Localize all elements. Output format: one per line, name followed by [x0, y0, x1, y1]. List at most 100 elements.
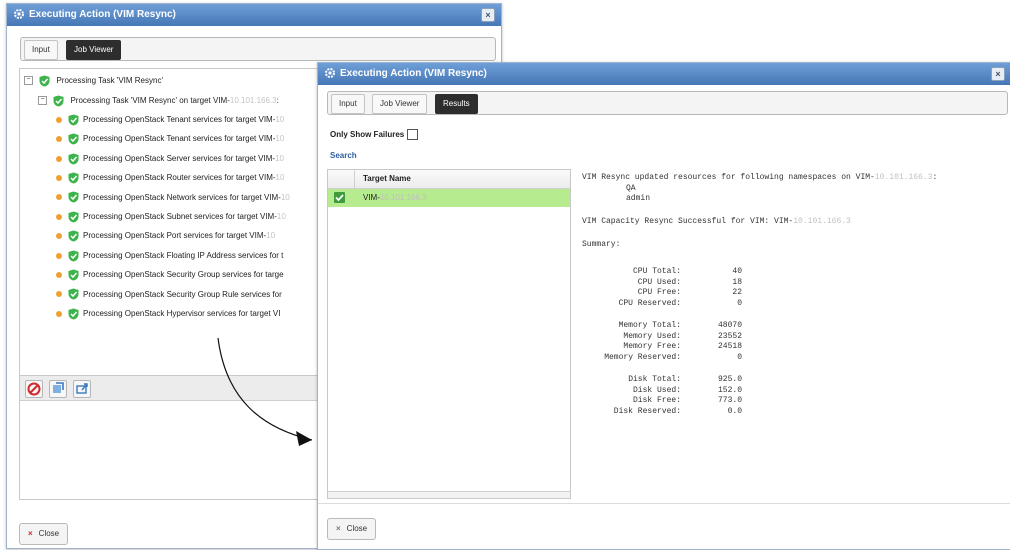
window-title: Executing Action (VIM Resync) [29, 9, 176, 20]
tree-item-ip: 10 [266, 231, 276, 241]
only-show-failures-checkbox[interactable] [407, 129, 419, 141]
close-button-label: Close [38, 529, 60, 538]
tree-item-label: Processing OpenStack Security Group Rule… [83, 289, 282, 299]
cpu-value: 0 [737, 299, 742, 309]
collapse-icon[interactable]: − [24, 76, 33, 86]
pending-dot-icon [56, 116, 62, 123]
results-output: VIM Resync updated resources for followi… [582, 169, 1006, 497]
select-column-header[interactable] [328, 170, 355, 188]
disk-value: 152.0 [717, 385, 742, 395]
tree-item[interactable]: Processing OpenStack Floating IP Address… [56, 249, 283, 263]
success-shield-icon [68, 308, 79, 320]
close-x-icon: × [28, 529, 33, 538]
summary-label: Summary: [582, 240, 621, 249]
capacity-prefix: VIM Capacity Resync Successful for VIM: … [582, 217, 794, 226]
memory-label: Memory Used: [623, 331, 681, 341]
tree-item[interactable]: Processing OpenStack Hypervisor services… [56, 307, 280, 321]
tree-root[interactable]: − Processing Task 'VIM Resync' [24, 74, 163, 88]
collapse-icon[interactable]: − [38, 96, 47, 106]
tree-child-ip: 10.101.166.3 [229, 96, 277, 105]
success-shield-icon [68, 133, 79, 145]
pending-dot-icon [56, 194, 62, 201]
refresh-icon [53, 382, 64, 393]
success-shield-icon [68, 211, 79, 223]
disk-value: 773.0 [717, 396, 742, 406]
tree-item-label: Processing OpenStack Server services for… [83, 153, 276, 163]
target-name-column-header[interactable]: Target Name [363, 174, 411, 183]
cpu-label: CPU Free: [637, 288, 681, 298]
close-window-icon[interactable]: × [991, 67, 1005, 81]
tree-item-label: Processing OpenStack Tenant services for… [83, 134, 276, 144]
window-title: Executing Action (VIM Resync) [340, 68, 487, 79]
tree-item-label: Processing OpenStack Security Group serv… [83, 270, 284, 280]
tree-item-label: Processing OpenStack Hypervisor services… [83, 309, 281, 318]
tree-item[interactable]: Processing OpenStack Tenant services for… [56, 113, 284, 127]
export-button[interactable] [73, 380, 91, 398]
disk-value: 0.0 [727, 407, 742, 417]
target-name-prefix: VIM- [363, 193, 380, 202]
success-shield-icon [68, 114, 79, 126]
tree-item[interactable]: Processing OpenStack Subnet services for… [56, 210, 286, 224]
close-button-label: Close [346, 524, 368, 533]
stop-icon [27, 382, 41, 396]
success-shield-icon [68, 172, 79, 184]
tree-item[interactable]: Processing OpenStack Security Group serv… [56, 268, 284, 282]
tab-job-viewer[interactable]: Job Viewer [66, 40, 122, 60]
tree-item-ip: 10 [275, 153, 284, 163]
table-footer [328, 491, 570, 498]
job-viewer-titlebar[interactable]: Executing Action (VIM Resync) × [7, 4, 501, 26]
search-link[interactable]: Search [330, 151, 357, 160]
close-button[interactable]: × Close [327, 518, 377, 540]
tree-item-label: Processing OpenStack Tenant services for… [83, 115, 276, 124]
tree-item-label: Processing OpenStack Router services for… [83, 173, 276, 183]
memory-value: 23552 [717, 331, 742, 341]
results-titlebar[interactable]: Executing Action (VIM Resync) × [318, 63, 1010, 85]
tab-input[interactable]: Input [331, 94, 365, 114]
tab-input[interactable]: Input [24, 40, 58, 60]
tab-bar: Input Job Viewer Results [327, 91, 1008, 115]
tree-item-ip: 10 [275, 134, 285, 144]
tree-item[interactable]: Processing OpenStack Security Group Rule… [56, 288, 282, 302]
tree-root-label: Processing Task 'VIM Resync' [56, 76, 163, 85]
tree-item[interactable]: Processing OpenStack Network services fo… [56, 191, 290, 205]
tree-item-label: Processing OpenStack Network services fo… [83, 192, 281, 202]
tab-results[interactable]: Results [435, 94, 478, 114]
tree-item[interactable]: Processing OpenStack Server services for… [56, 152, 284, 166]
tree-item[interactable]: Processing OpenStack Port services for t… [56, 229, 275, 243]
tree-item-ip: 10 [280, 192, 290, 202]
refresh-button[interactable] [49, 380, 67, 398]
tab-job-viewer[interactable]: Job Viewer [372, 94, 428, 114]
target-name-ip: 10.101.166.3 [379, 193, 427, 202]
row-checked-icon[interactable] [334, 192, 345, 203]
capacity-line: VIM Capacity Resync Successful for VIM: … [582, 216, 851, 227]
results-window: Executing Action (VIM Resync) × Input Jo… [317, 62, 1010, 550]
tree-item-ip: 10 [275, 173, 285, 183]
tree-item[interactable]: Processing OpenStack Tenant services for… [56, 132, 284, 146]
tree-child[interactable]: − Processing Task 'VIM Resync' on target… [38, 94, 279, 108]
export-icon [76, 383, 88, 394]
only-show-failures[interactable]: Only Show Failures [330, 129, 419, 141]
disk-label: Disk Total: [628, 375, 681, 384]
success-shield-icon [68, 191, 79, 203]
close-window-icon[interactable]: × [481, 8, 495, 22]
tree-child-label: Processing Task 'VIM Resync' on target V… [70, 96, 230, 105]
tree-item-ip: 10 [276, 212, 286, 221]
only-show-failures-label: Only Show Failures [330, 130, 405, 139]
cpu-value: 40 [732, 267, 742, 276]
table-row[interactable]: VIM-10.101.166.3 [328, 189, 570, 207]
success-shield-icon [68, 153, 79, 165]
tree-item[interactable]: Processing OpenStack Router services for… [56, 171, 284, 185]
close-button[interactable]: × Close [19, 523, 69, 545]
pending-dot-icon [56, 291, 62, 298]
capacity-ip: 10.101.166.3 [793, 217, 851, 226]
disk-value: 925.0 [717, 375, 742, 384]
close-x-icon: × [336, 524, 341, 533]
disk-label: Disk Used: [632, 385, 681, 395]
pending-dot-icon [56, 310, 62, 317]
cancel-job-button[interactable] [25, 380, 43, 398]
success-shield-icon [68, 288, 79, 300]
table-header: Target Name [328, 170, 570, 189]
target-name-cell: VIM-10.101.166.3 [363, 193, 427, 202]
tree-item-label: Processing OpenStack Subnet services for… [83, 212, 277, 221]
success-shield-icon [68, 250, 79, 262]
